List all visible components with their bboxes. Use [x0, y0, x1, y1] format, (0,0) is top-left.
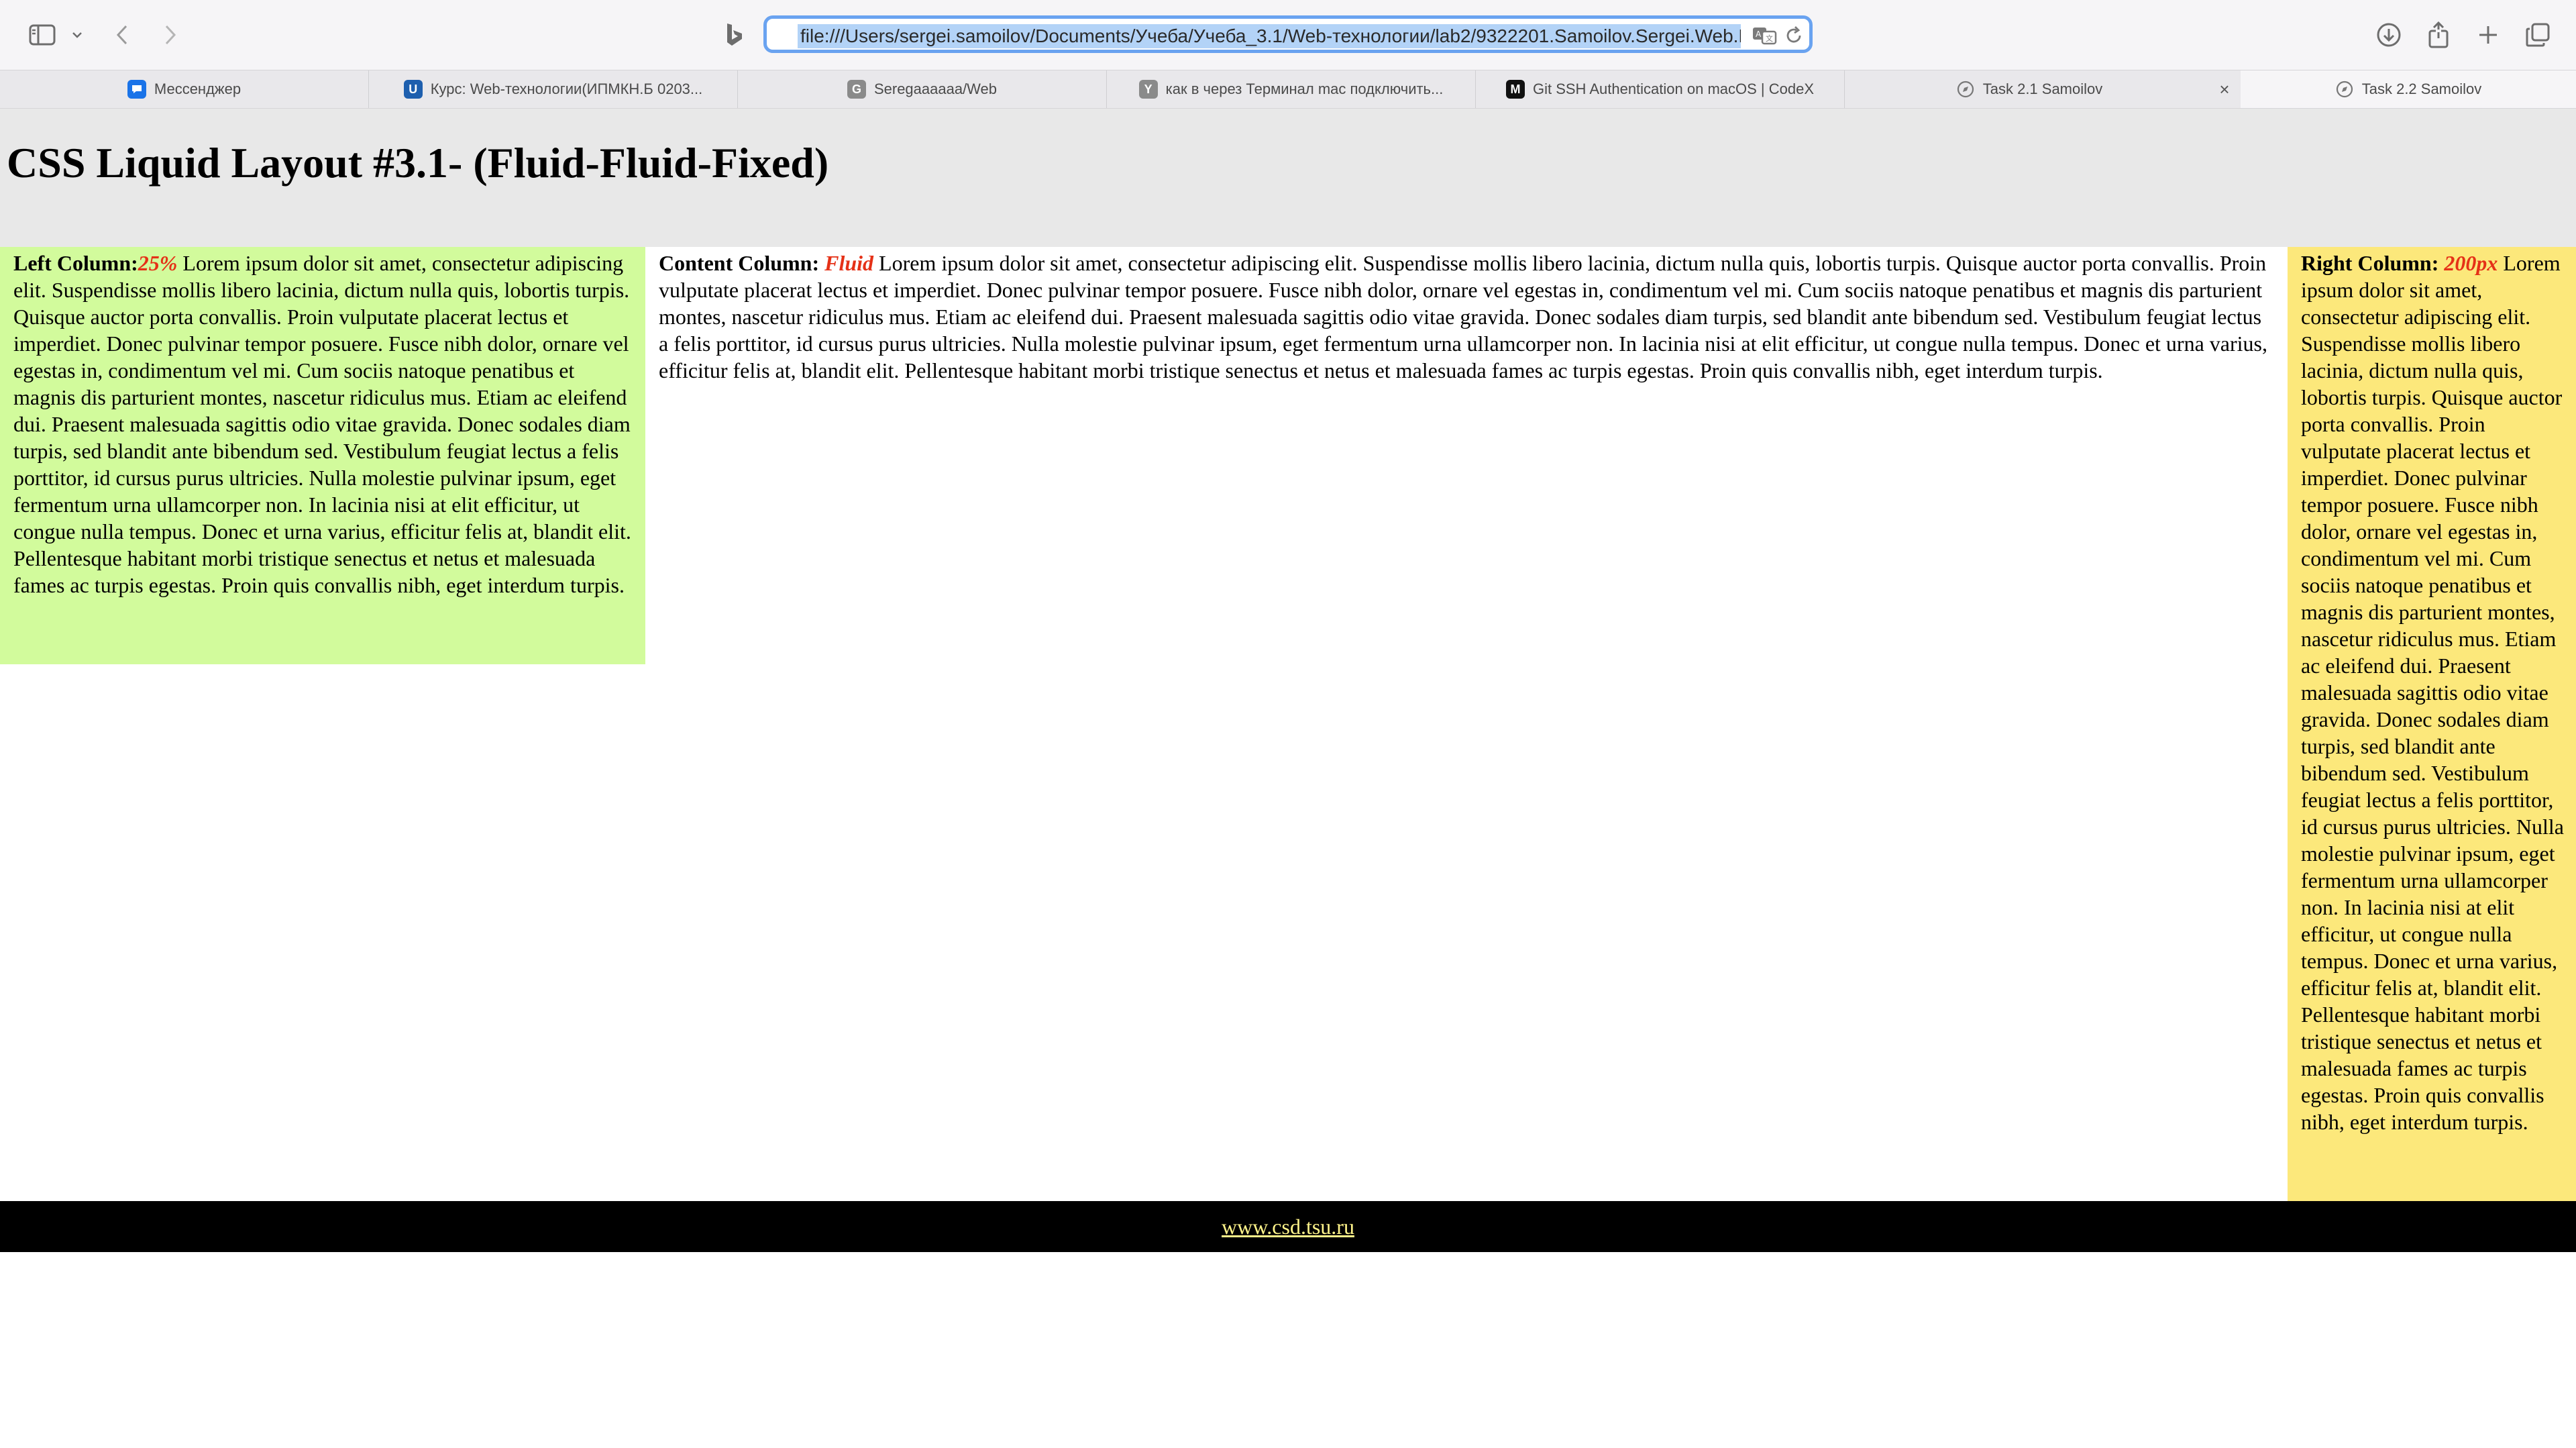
search-icon: Y	[1138, 80, 1158, 99]
page-header: CSS Liquid Layout #3.1- (Fluid-Fluid-Fix…	[0, 109, 2576, 247]
tab-label: Task 2.2 Samoilov	[2361, 81, 2482, 97]
right-column-text: Lorem ipsum dolor sit amet, consectetur …	[2301, 251, 2564, 1134]
right-column-label: Right Column:	[2301, 251, 2439, 275]
svg-text:文: 文	[1766, 34, 1773, 43]
chat-icon	[127, 80, 146, 99]
footer-link[interactable]: www.csd.tsu.ru	[1222, 1214, 1354, 1239]
svg-text:A: A	[1756, 30, 1762, 39]
download-icon[interactable]	[2372, 13, 2406, 56]
translate-icon[interactable]: A文	[1752, 25, 1778, 49]
tab-label: Курс: Web-технологии(ИПМКН.Б 0203...	[430, 81, 703, 97]
browser-toolbar: file:///Users/sergei.samoilov/Documents/…	[0, 0, 2576, 70]
content-column-label: Content Column:	[659, 251, 820, 275]
content-column-size: Fluid	[824, 251, 874, 275]
content-column: Content Column: Fluid Lorem ipsum dolor …	[645, 247, 2288, 384]
tab-label: Task 2.1 Samoilov	[1982, 81, 2103, 97]
tab-task-2-2[interactable]: Task 2.2 Samoilov	[2241, 70, 2576, 108]
codex-icon: M	[1505, 80, 1525, 99]
tab-github[interactable]: G Seregaaaaaa/Web	[738, 70, 1107, 108]
tab-label: как в через Терминал mac подключить...	[1165, 81, 1444, 97]
left-column: Left Column:25% Lorem ipsum dolor sit am…	[0, 247, 645, 664]
repo-icon: G	[847, 80, 866, 99]
back-icon[interactable]	[107, 13, 137, 56]
page-title: CSS Liquid Layout #3.1- (Fluid-Fluid-Fix…	[7, 139, 829, 187]
plus-icon[interactable]	[2471, 13, 2505, 56]
reload-icon[interactable]	[1784, 25, 1804, 49]
tab-label: Seregaaaaaa/Web	[873, 81, 998, 97]
forward-icon[interactable]	[156, 13, 185, 56]
tab-search[interactable]: Y как в через Терминал mac подключить...	[1107, 70, 1476, 108]
tab-messenger[interactable]: Мессенджер	[0, 70, 369, 108]
university-icon: U	[403, 80, 423, 99]
sidebar-icon[interactable]	[25, 13, 59, 56]
tab-label: Git SSH Authentication on macOS | CodeX	[1532, 81, 1815, 97]
tabs-overview-icon[interactable]	[2521, 13, 2555, 56]
url-text[interactable]: file:///Users/sergei.samoilov/Documents/…	[798, 24, 1741, 48]
chevron-down-icon[interactable]	[67, 13, 87, 56]
share-icon[interactable]	[2422, 13, 2455, 56]
right-column: Right Column: 200px Lorem ipsum dolor si…	[2288, 247, 2576, 1201]
left-column-size: 25%	[138, 251, 178, 275]
tab-task-2-1[interactable]: Task 2.1 Samoilov	[1845, 70, 2214, 108]
content-column-text: Lorem ipsum dolor sit amet, consectetur …	[659, 251, 2267, 382]
tab-strip: Мессенджер U Курс: Web-технологии(ИПМКН.…	[0, 70, 2576, 109]
page-footer: www.csd.tsu.ru	[0, 1201, 2576, 1252]
tab-label: Мессенджер	[154, 81, 241, 97]
close-tab-icon[interactable]: ×	[2214, 79, 2235, 100]
tab-codex[interactable]: M Git SSH Authentication on macOS | Code…	[1476, 70, 1845, 108]
right-column-size: 200px	[2444, 251, 2498, 275]
tab-course[interactable]: U Курс: Web-технологии(ИПМКН.Б 0203...	[369, 70, 738, 108]
left-column-text: Lorem ipsum dolor sit amet, consectetur …	[13, 251, 631, 597]
left-column-label: Left Column:	[13, 251, 138, 275]
compass-icon	[2335, 80, 2354, 99]
address-bar[interactable]: file:///Users/sergei.samoilov/Documents/…	[763, 15, 1813, 53]
bing-icon[interactable]	[720, 13, 749, 56]
compass-icon	[1956, 80, 1975, 99]
